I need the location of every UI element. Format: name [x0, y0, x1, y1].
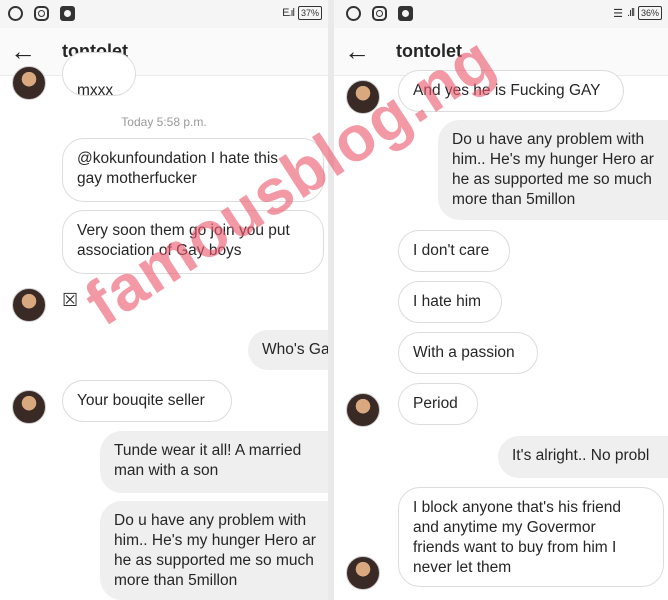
unsupported-emoji: ☒: [62, 290, 79, 310]
avatar[interactable]: [12, 66, 46, 100]
avatar[interactable]: [346, 393, 380, 427]
message-text: Your bouqite seller: [77, 392, 205, 409]
message-bubble-received[interactable]: Period: [398, 383, 478, 425]
avatar[interactable]: [12, 288, 46, 322]
message-text: I hate him: [413, 293, 482, 310]
message-text: I don't care: [413, 242, 490, 259]
right-screenshot-panel: ☰ .ıll 36% ← tontolet And yes he is Fuck…: [334, 0, 668, 600]
message-bubble-sent[interactable]: Who's Ga: [248, 330, 328, 370]
avatar[interactable]: [12, 390, 46, 424]
message-text: And yes he is Fucking GAY: [413, 82, 601, 99]
message-timestamp: Today 5:58 p.m.: [121, 115, 207, 129]
message-text: never let them: [413, 559, 512, 576]
app-notification-icon: [60, 6, 75, 21]
message-bubble-received[interactable]: @kokunfoundation I hate this gay motherf…: [62, 138, 324, 202]
avatar[interactable]: [346, 80, 380, 114]
message-bubble-received[interactable]: And yes he is Fucking GAY: [398, 70, 624, 112]
message-bubble-sent[interactable]: It's alright.. No probl: [498, 436, 668, 478]
message-bubble-received[interactable]: I don't care: [398, 230, 510, 272]
back-arrow-icon[interactable]: ←: [344, 36, 370, 66]
whatsapp-icon: [8, 6, 23, 21]
message-text: he as supported me so much: [114, 552, 314, 569]
message-bubble-received[interactable]: I block anyone that's his friend and any…: [398, 487, 664, 587]
back-arrow-icon[interactable]: ←: [10, 36, 36, 66]
chat-title[interactable]: tontolet: [396, 41, 462, 62]
message-text: Tunde wear it all! A married: [114, 442, 302, 459]
message-text: more than 5millon: [452, 191, 576, 208]
message-text: him.. He's my hunger Hero ar: [452, 151, 654, 168]
app-notification-icon: [398, 6, 413, 21]
message-bubble-sent[interactable]: Tunde wear it all! A married man with a …: [100, 431, 328, 493]
message-text: gay motherfucker: [77, 170, 197, 187]
message-text: friends want to buy from him I: [413, 539, 617, 556]
instagram-icon: [372, 6, 387, 21]
message-text: I block anyone that's his friend: [413, 499, 622, 516]
message-text: Who's Ga: [262, 341, 328, 358]
message-text: association of Gay boys: [77, 242, 242, 259]
message-text: Very soon them go join you put: [77, 222, 290, 239]
message-text: With a passion: [413, 344, 515, 361]
message-text: Period: [413, 395, 458, 412]
message-text: more than 5millon: [114, 572, 238, 589]
left-screenshot-panel: E.ıl 37% ← tontolet mxxx Today 5:58 p.m.…: [0, 0, 328, 600]
message-text: Do u have any problem with: [452, 131, 645, 148]
message-text: mxxx: [77, 82, 114, 96]
status-bar: ☰ .ıll 36%: [334, 0, 668, 28]
battery-level: 36%: [637, 6, 662, 20]
message-text: It's alright.. No probl: [512, 447, 650, 464]
message-bubble-received[interactable]: mxxx: [62, 52, 136, 96]
signal-strength: .ıll: [626, 7, 635, 19]
message-text: he as supported me so much: [452, 171, 652, 188]
message-text: I hate this: [206, 150, 279, 167]
instagram-icon: [34, 6, 49, 21]
chat-header: ← tontolet: [334, 28, 668, 76]
status-bar: E.ıl 37%: [0, 0, 328, 28]
mention-link[interactable]: @kokunfoundation: [77, 150, 207, 167]
message-bubble-received[interactable]: Very soon them go join you put associati…: [62, 210, 324, 274]
chat-header: ← tontolet: [0, 28, 328, 76]
message-text: man with a son: [114, 462, 219, 479]
signal-strength: E.ıl: [282, 7, 295, 19]
message-bubble-received[interactable]: With a passion: [398, 332, 538, 374]
whatsapp-icon: [346, 6, 361, 21]
message-bubble-received[interactable]: I hate him: [398, 281, 502, 323]
message-text: Do u have any problem with: [114, 512, 307, 529]
battery-level: 37%: [297, 6, 322, 20]
avatar[interactable]: [346, 556, 380, 590]
wifi-icon: ☰: [613, 7, 623, 20]
message-bubble-sent[interactable]: Do u have any problem with him.. He's my…: [438, 120, 668, 220]
message-bubble-sent[interactable]: Do u have any problem with him.. He's my…: [100, 501, 328, 600]
message-text: him.. He's my hunger Hero ar: [114, 532, 316, 549]
message-text: and anytime my Govermor: [413, 519, 596, 536]
message-bubble-received[interactable]: Your bouqite seller: [62, 380, 232, 422]
